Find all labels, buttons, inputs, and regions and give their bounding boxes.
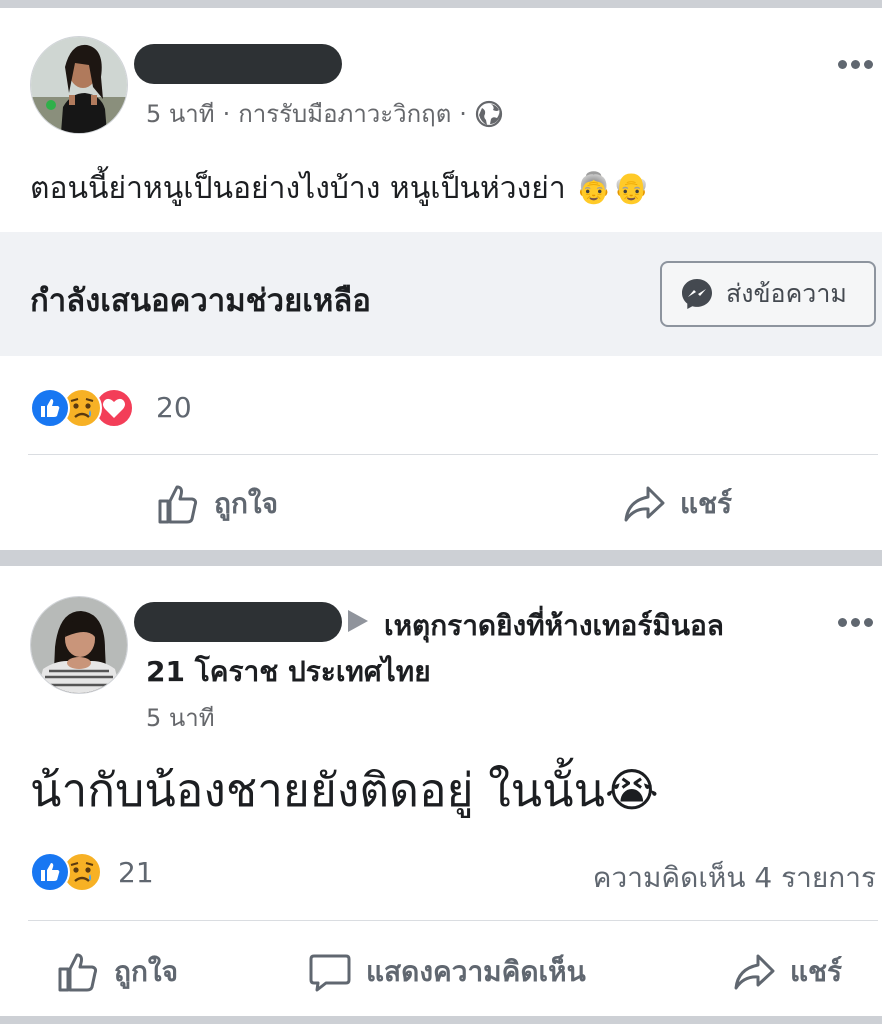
- comment-bubble-icon: [309, 954, 351, 992]
- share-label: แชร์: [790, 955, 843, 988]
- more-dot: [851, 618, 860, 627]
- reaction-count[interactable]: 21: [118, 856, 154, 889]
- meta-dot: ·: [222, 99, 231, 128]
- like-button[interactable]: ถูกใจ: [56, 950, 178, 994]
- offer-help-panel: กำลังเสนอความช่วยเหลือ ส่งข้อความ: [0, 232, 882, 356]
- like-label: ถูกใจ: [214, 487, 278, 520]
- post-text-body: ตอนนี้ย่าหนูเป็นอย่างไงบ้าง หนูเป็นห่วงย…: [30, 171, 566, 206]
- post-card-1: 5 นาที · การรับมือภาวะวิกฤต · ตอนนี้ย่าห…: [0, 8, 882, 550]
- thumbs-up-icon: [158, 485, 198, 524]
- post-meta: 5 นาที · การรับมือภาวะวิกฤต ·: [146, 94, 503, 133]
- send-message-button[interactable]: ส่งข้อความ: [660, 261, 876, 327]
- like-icon: [30, 852, 70, 892]
- share-icon: [624, 486, 665, 522]
- elderly-emoji: 👵👴: [575, 171, 650, 206]
- reaction-count[interactable]: 20: [156, 391, 192, 424]
- like-button[interactable]: ถูกใจ: [156, 482, 278, 526]
- arrow-right-icon: [348, 610, 368, 632]
- post-time[interactable]: 5 นาที: [146, 94, 215, 133]
- more-dot: [838, 618, 847, 627]
- event-target[interactable]: เหตุกราดยิงที่ห้างเทอร์มินอล: [384, 604, 724, 648]
- like-label: ถูกใจ: [114, 955, 178, 988]
- more-options-button[interactable]: [838, 618, 873, 627]
- send-message-label: ส่งข้อความ: [726, 279, 847, 308]
- more-dot: [838, 60, 847, 69]
- redacted-username: [134, 44, 342, 84]
- divider: [28, 454, 878, 455]
- feed-separator-top: [0, 0, 882, 8]
- like-icon: [30, 388, 70, 428]
- globe-icon: [475, 100, 503, 128]
- comment-label: แสดงความคิดเห็น: [366, 955, 586, 988]
- event-target-line2[interactable]: 21 โคราช ประเทศไทย: [146, 650, 431, 694]
- avatar[interactable]: [30, 36, 128, 134]
- post-time[interactable]: 5 นาที: [146, 698, 215, 737]
- offer-help-label: กำลังเสนอความช่วยเหลือ: [30, 283, 371, 319]
- redacted-username: [134, 602, 342, 642]
- share-button[interactable]: แชร์: [732, 950, 842, 994]
- crying-emoji: 😭: [605, 763, 659, 817]
- thumbs-up-icon: [58, 953, 98, 992]
- more-dot: [851, 60, 860, 69]
- more-dot: [864, 60, 873, 69]
- feed-separator-bottom: [0, 1016, 882, 1024]
- avatar[interactable]: [30, 596, 128, 694]
- post-text: ตอนนี้ย่าหนูเป็นอย่างไงบ้าง หนูเป็นห่วงย…: [30, 165, 650, 212]
- messenger-icon: [680, 277, 714, 311]
- comment-button[interactable]: แสดงความคิดเห็น: [308, 950, 586, 994]
- share-icon: [734, 954, 775, 990]
- meta-dot: ·: [459, 99, 467, 128]
- post-text-body: น้ากับน้องชายยังติดอยู่ ในนั้น: [30, 763, 606, 817]
- more-dot: [864, 618, 873, 627]
- divider: [28, 920, 878, 921]
- feed-separator: [0, 550, 882, 566]
- reaction-icons[interactable]: [30, 852, 102, 892]
- comment-count[interactable]: ความคิดเห็น 4 รายการ: [593, 856, 876, 900]
- share-label: แชร์: [680, 487, 733, 520]
- reaction-icons[interactable]: [30, 388, 134, 428]
- share-button[interactable]: แชร์: [622, 482, 732, 526]
- post-text: น้ากับน้องชายยังติดอยู่ ในนั้น😭: [30, 754, 659, 827]
- post-card-2: เหตุกราดยิงที่ห้างเทอร์มินอล 21 โคราช ปร…: [0, 566, 882, 1016]
- post-context[interactable]: การรับมือภาวะวิกฤต: [238, 94, 451, 133]
- more-options-button[interactable]: [838, 60, 873, 69]
